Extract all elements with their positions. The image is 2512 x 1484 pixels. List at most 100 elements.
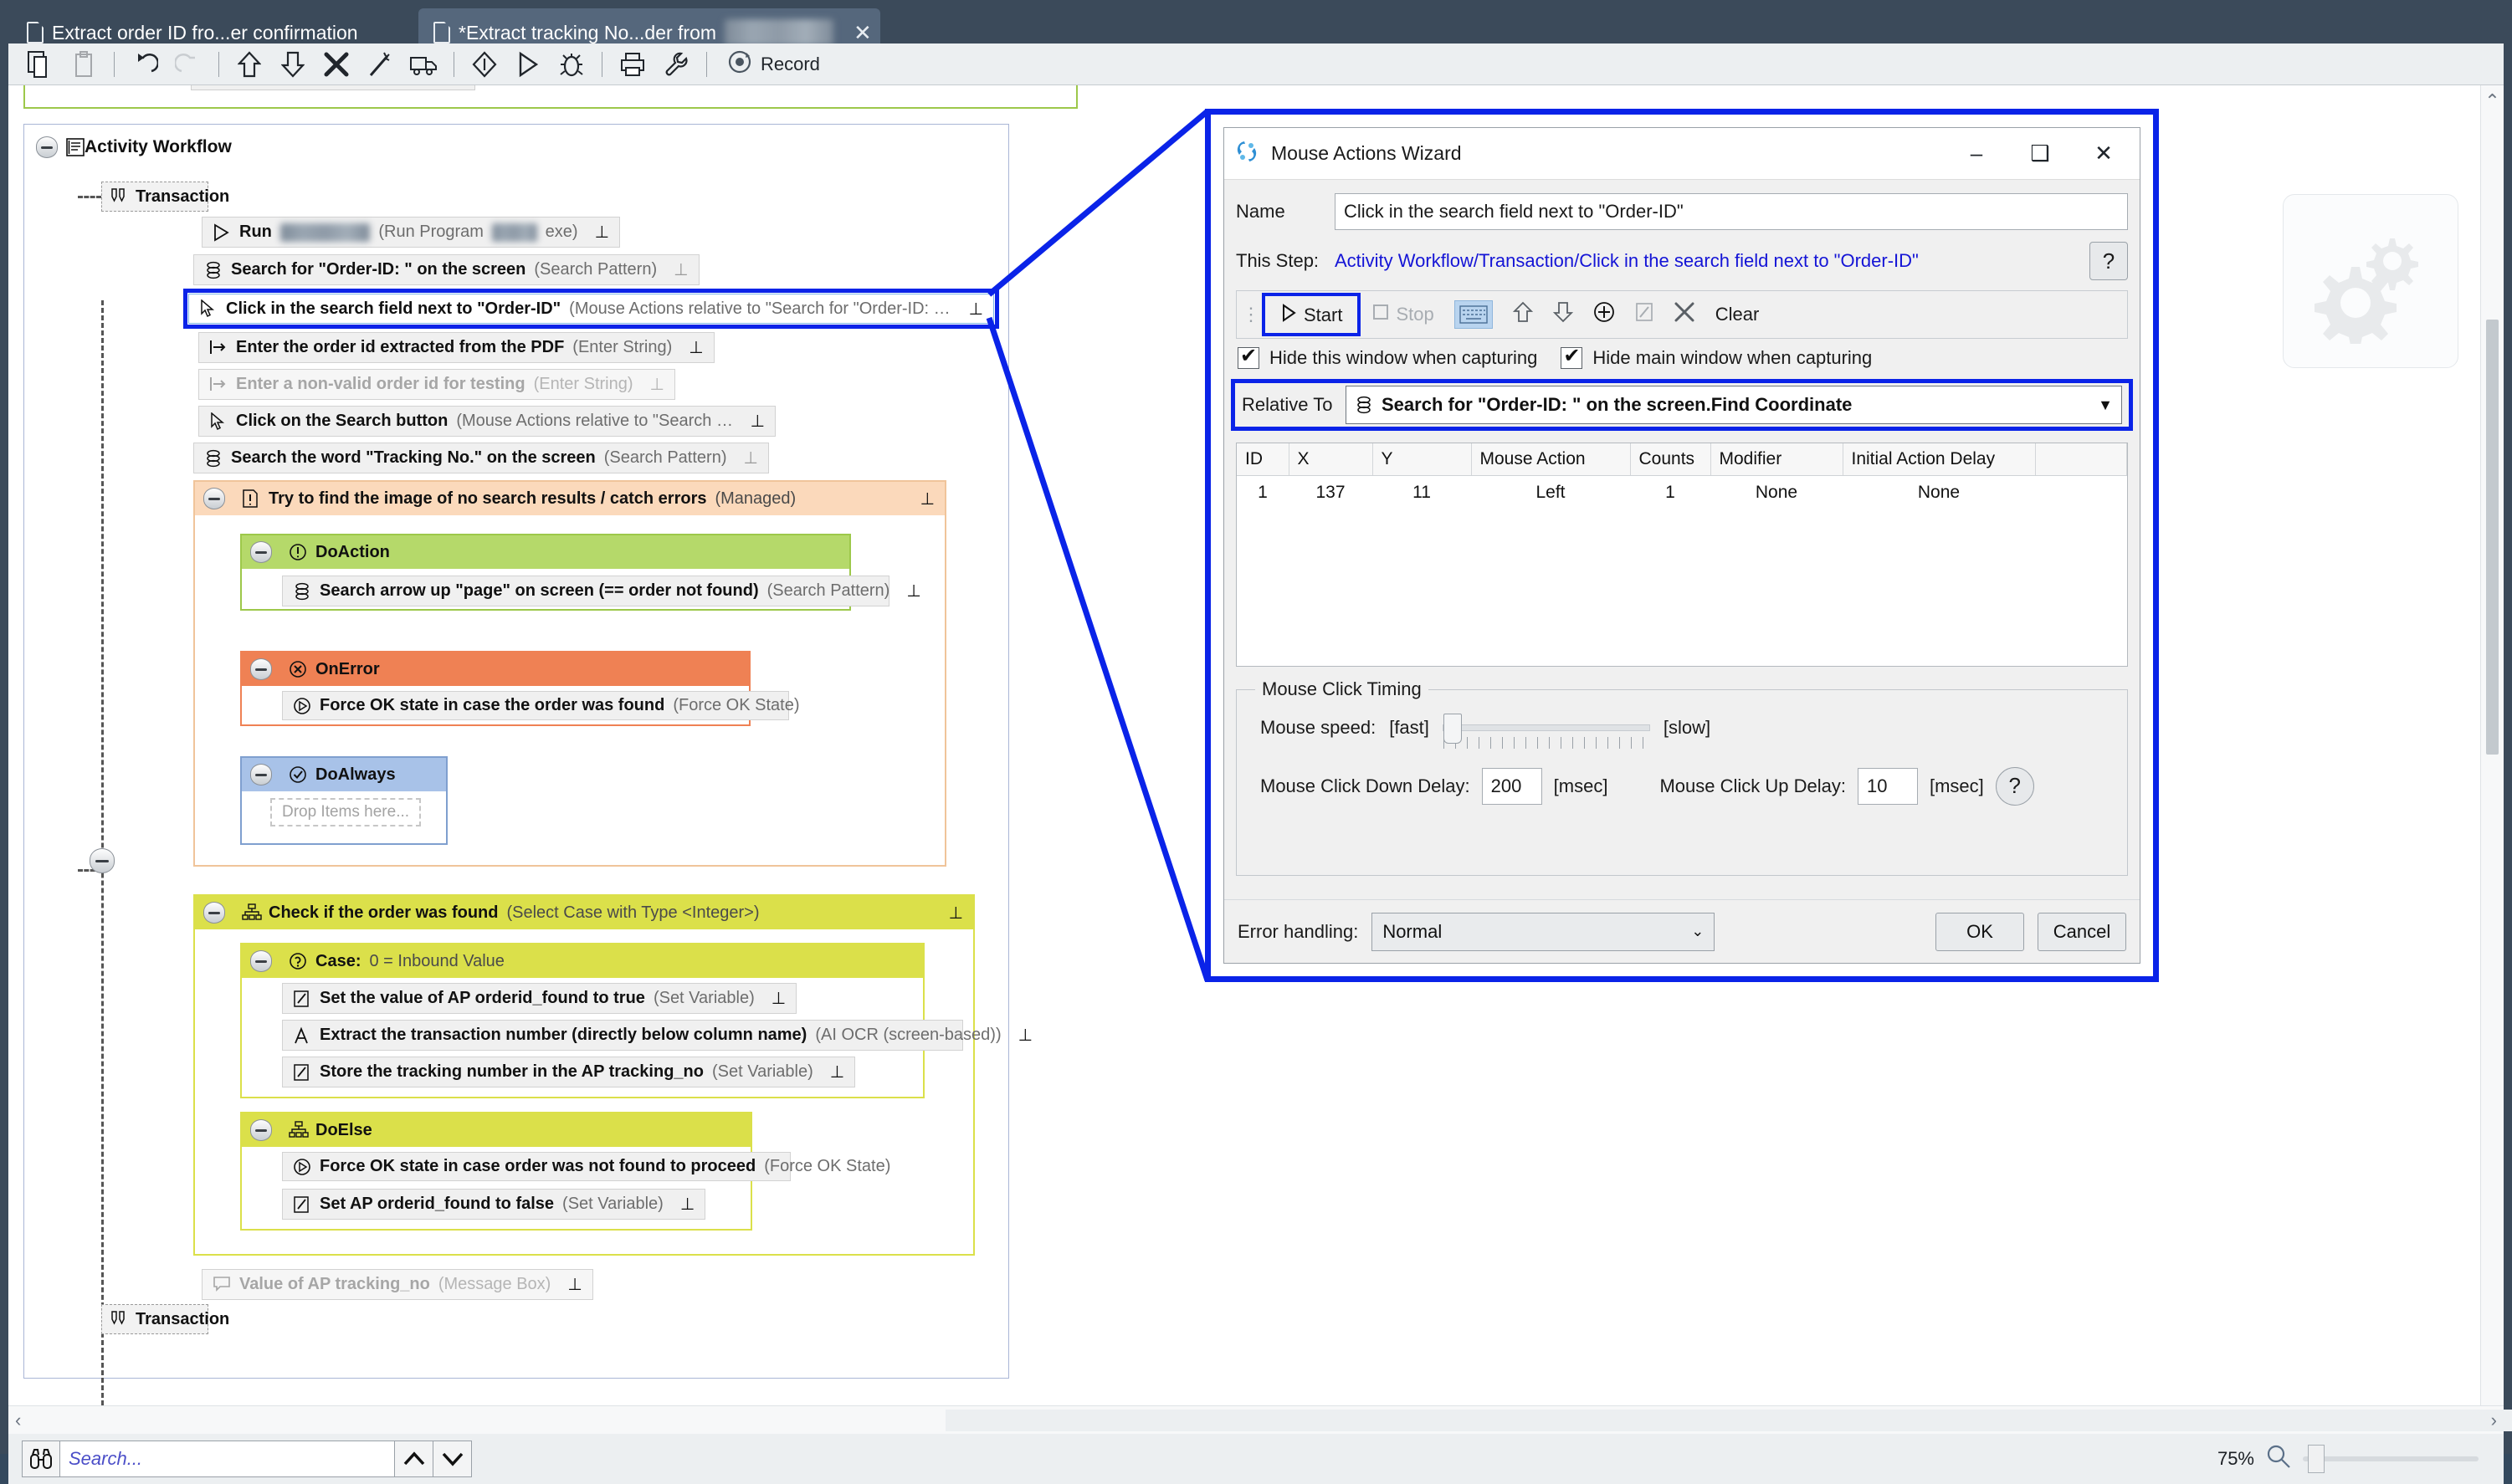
hide-this-window-checkbox[interactable] bbox=[1238, 344, 1259, 369]
wand-icon[interactable] bbox=[358, 46, 402, 83]
step-search-arrow-up[interactable]: Search arrow up "page" on screen (== ord… bbox=[282, 576, 921, 606]
this-step-value[interactable]: Activity Workflow/Transaction/Click in t… bbox=[1335, 250, 2078, 272]
chevron-down-icon[interactable]: ▼ bbox=[2098, 397, 2113, 414]
slider-thumb[interactable] bbox=[1443, 713, 1462, 744]
tree-root-activity-workflow[interactable]: Activity Workflow bbox=[36, 136, 232, 158]
settings-wrench-icon[interactable] bbox=[654, 46, 698, 83]
ok-button[interactable]: OK bbox=[1935, 912, 2024, 951]
step-force-ok-not-found[interactable]: Force OK state in case order was not fou… bbox=[282, 1152, 890, 1181]
horizontal-scrollbar[interactable]: ‹ › bbox=[8, 1405, 2512, 1434]
col-y[interactable]: Y bbox=[1372, 443, 1472, 476]
step-search-order-id[interactable]: Search for "Order-ID: " on the screen (S… bbox=[193, 254, 700, 285]
relative-to-select[interactable]: Search for "Order-ID: " on the screen.Fi… bbox=[1346, 386, 2122, 424]
col-initial-delay[interactable]: Initial Action Delay bbox=[1843, 443, 2036, 476]
pin-icon[interactable]: ⊥ bbox=[743, 448, 757, 468]
copy-icon[interactable] bbox=[18, 46, 62, 83]
close-icon[interactable]: ✕ bbox=[2078, 130, 2130, 177]
collapse-icon[interactable] bbox=[203, 902, 225, 924]
delete-icon[interactable] bbox=[315, 46, 358, 83]
search-input[interactable] bbox=[60, 1441, 395, 1477]
click-down-delay-input[interactable] bbox=[1481, 767, 1542, 805]
pin-icon[interactable]: ⊥ bbox=[772, 988, 786, 1009]
pin-icon[interactable]: ⊥ bbox=[949, 903, 963, 924]
collapse-icon[interactable] bbox=[250, 950, 272, 972]
col-modifier[interactable]: Modifier bbox=[1710, 443, 1843, 476]
minimize-icon[interactable]: – bbox=[1951, 130, 2002, 177]
horizontal-scroll-thumb[interactable] bbox=[946, 1410, 2512, 1431]
drop-zone[interactable]: Drop Items here... bbox=[270, 798, 421, 826]
add-button[interactable] bbox=[1585, 295, 1623, 334]
collapse-icon[interactable] bbox=[203, 488, 225, 509]
collapse-icon[interactable] bbox=[36, 136, 58, 158]
click-up-delay-input[interactable] bbox=[1857, 767, 1918, 805]
binoculars-icon[interactable] bbox=[22, 1441, 60, 1477]
pin-icon[interactable]: ⊥ bbox=[674, 259, 688, 280]
delete-button[interactable] bbox=[1665, 295, 1704, 334]
zoom-slider[interactable] bbox=[2303, 1445, 2479, 1473]
scroll-up-icon[interactable]: ⌃ bbox=[2481, 90, 2504, 112]
pin-icon[interactable]: ⊥ bbox=[1018, 1025, 1033, 1046]
step-enter-invalid-order-id[interactable]: Enter a non-valid order id for testing (… bbox=[198, 369, 675, 400]
keyboard-capture-button[interactable] bbox=[1446, 295, 1501, 334]
hide-main-window-checkbox[interactable] bbox=[1561, 344, 1583, 369]
undo-icon[interactable] bbox=[123, 46, 167, 83]
deploy-icon[interactable] bbox=[402, 46, 445, 83]
table-row[interactable]: 1 137 11 Left 1 None None bbox=[1237, 475, 2127, 509]
error-handling-select[interactable]: Normal ⌄ bbox=[1371, 912, 1715, 951]
move-up-button[interactable] bbox=[1505, 295, 1541, 334]
do-else-header[interactable]: DoElse bbox=[242, 1113, 751, 1147]
run-icon[interactable] bbox=[506, 46, 550, 83]
cancel-button[interactable]: Cancel bbox=[2038, 912, 2126, 951]
vertical-scroll-thumb[interactable] bbox=[2486, 320, 2499, 755]
start-button[interactable]: Start bbox=[1272, 296, 1351, 335]
col-id[interactable]: ID bbox=[1237, 443, 1289, 476]
name-input[interactable] bbox=[1335, 193, 2128, 230]
select-case-header[interactable]: Check if the order was found (Select Cas… bbox=[195, 896, 973, 929]
zoom-slider-thumb[interactable] bbox=[2308, 1445, 2325, 1473]
collapse-icon[interactable] bbox=[250, 541, 272, 563]
wizard-title-bar[interactable]: Mouse Actions Wizard – ❑ ✕ bbox=[1224, 128, 2140, 180]
move-down-icon[interactable] bbox=[271, 46, 315, 83]
mouse-actions-table[interactable]: ID X Y Mouse Action Counts Modifier Init… bbox=[1236, 443, 2128, 667]
step-set-orderid-found-true[interactable]: Set the value of AP orderid_found to tru… bbox=[282, 983, 797, 1014]
collapse-icon[interactable] bbox=[250, 658, 272, 680]
close-icon[interactable]: ✕ bbox=[854, 22, 872, 43]
drag-handle[interactable]: ⋮ bbox=[1242, 304, 1260, 325]
do-action-header[interactable]: DoAction bbox=[242, 535, 849, 569]
search-next-button[interactable] bbox=[433, 1441, 472, 1477]
step-force-ok-found[interactable]: Force OK state in case the order was fou… bbox=[282, 691, 799, 720]
clear-button[interactable]: Clear bbox=[1707, 295, 1768, 334]
pin-icon[interactable]: ⊥ bbox=[830, 1062, 844, 1082]
step-click-search-field[interactable]: Click in the search field next to "Order… bbox=[188, 294, 994, 324]
print-icon[interactable] bbox=[611, 46, 654, 83]
on-error-header[interactable]: OnError bbox=[242, 652, 749, 686]
managed-header[interactable]: Try to find the image of no search resul… bbox=[195, 482, 945, 515]
col-x[interactable]: X bbox=[1289, 443, 1373, 476]
maximize-icon[interactable]: ❑ bbox=[2014, 130, 2066, 177]
magnifier-icon[interactable] bbox=[2266, 1444, 2291, 1474]
pin-icon[interactable]: ⊥ bbox=[969, 299, 983, 320]
step-run-program[interactable]: Run (Run Program exe) ⊥ bbox=[202, 217, 620, 248]
step-enter-order-id[interactable]: Enter the order id extracted from the PD… bbox=[198, 332, 715, 363]
transaction-block-bottom[interactable]: Transaction bbox=[101, 1304, 229, 1334]
record-button[interactable]: Record bbox=[715, 46, 832, 83]
pin-icon[interactable]: ⊥ bbox=[689, 337, 703, 358]
search-prev-button[interactable] bbox=[395, 1441, 433, 1477]
pin-icon[interactable]: ⊥ bbox=[567, 1274, 582, 1295]
collapse-icon[interactable] bbox=[250, 764, 272, 785]
debug-icon[interactable] bbox=[550, 46, 593, 83]
col-mouse-action[interactable]: Mouse Action bbox=[1471, 443, 1631, 476]
timing-help-icon[interactable]: ? bbox=[1995, 766, 2034, 806]
scroll-right-icon[interactable]: › bbox=[2491, 1410, 2497, 1431]
case-header[interactable]: Case: 0 = Inbound Value bbox=[242, 944, 923, 978]
step-message-box-tracking-no[interactable]: Value of AP tracking_no (Message Box) ⊥ bbox=[202, 1269, 593, 1300]
validate-icon[interactable] bbox=[463, 46, 506, 83]
pin-icon[interactable]: ⊥ bbox=[680, 1194, 695, 1215]
settings-step-fragment[interactable]: Settings ⊥ bbox=[191, 85, 475, 90]
pin-icon[interactable]: ⊥ bbox=[920, 489, 935, 509]
pin-icon[interactable]: ⊥ bbox=[650, 374, 664, 395]
vertical-scrollbar[interactable]: ⌃ bbox=[2480, 85, 2504, 1405]
collapse-icon[interactable] bbox=[250, 1119, 272, 1141]
transaction-collapse-icon[interactable] bbox=[90, 848, 115, 873]
mouse-speed-slider[interactable] bbox=[1442, 713, 1654, 749]
